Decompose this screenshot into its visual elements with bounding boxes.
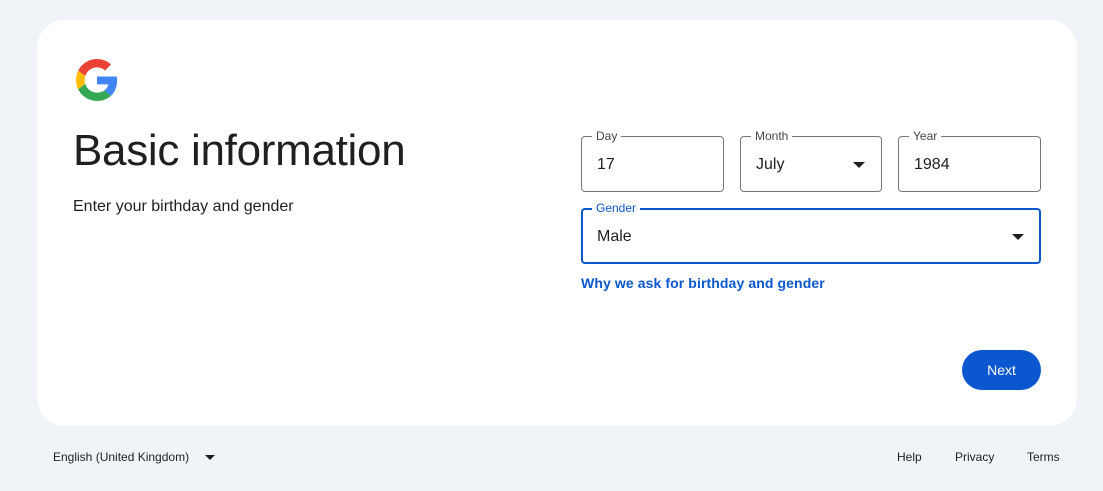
day-label: Day: [592, 129, 622, 143]
gender-select[interactable]: Gender Male: [581, 201, 1041, 264]
gender-value[interactable]: Male: [597, 227, 632, 247]
language-label[interactable]: English (United Kingdom): [53, 450, 189, 464]
day-value[interactable]: 17: [597, 155, 615, 175]
year-value[interactable]: 1984: [914, 155, 950, 175]
help-link[interactable]: Help: [897, 450, 922, 464]
day-field[interactable]: Day 17: [581, 129, 724, 192]
month-label: Month: [751, 129, 793, 143]
year-field[interactable]: Year 1984: [898, 129, 1041, 192]
caret-down-icon[interactable]: [853, 162, 865, 168]
google-logo-icon: [76, 59, 118, 101]
month-value[interactable]: July: [756, 155, 784, 175]
privacy-link[interactable]: Privacy: [955, 450, 994, 464]
gender-label: Gender: [592, 201, 641, 215]
month-select[interactable]: Month July: [740, 129, 882, 192]
terms-link[interactable]: Terms: [1027, 450, 1060, 464]
why-we-ask-link[interactable]: Why we ask for birthday and gender: [581, 275, 825, 291]
signup-card: Basic information Enter your birthday an…: [37, 20, 1077, 426]
caret-down-icon[interactable]: [205, 454, 216, 460]
next-button[interactable]: Next: [962, 350, 1041, 390]
caret-down-icon[interactable]: [1012, 234, 1024, 240]
page-title: Basic information: [73, 126, 406, 175]
year-label: Year: [909, 129, 942, 143]
language-selector[interactable]: English (United Kingdom): [53, 450, 216, 464]
page-subtitle: Enter your birthday and gender: [73, 198, 294, 215]
